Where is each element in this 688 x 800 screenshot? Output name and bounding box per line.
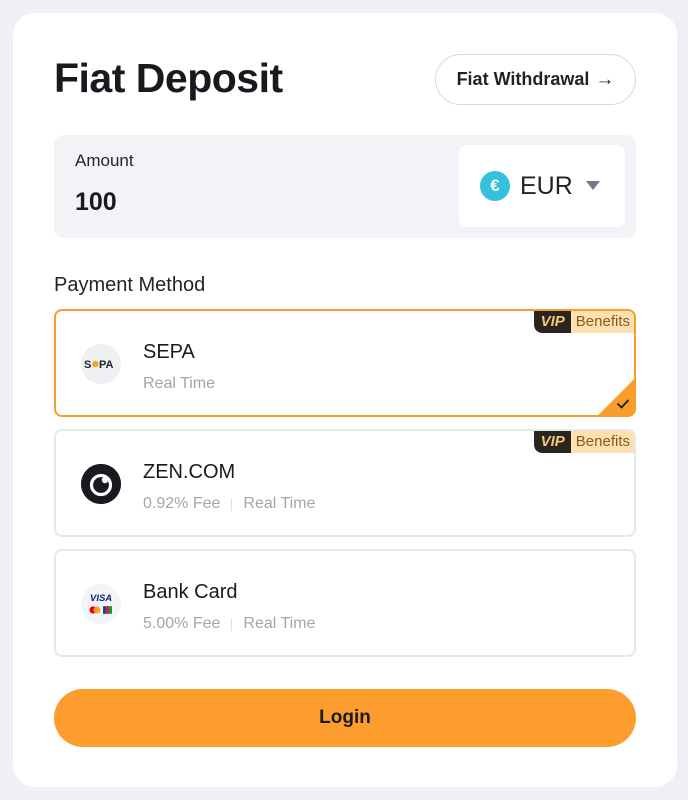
method-fee: 5.00% Fee (143, 615, 221, 632)
currency-select[interactable]: € EUR (459, 145, 625, 227)
chevron-down-icon (586, 181, 600, 190)
method-speed: Real Time (243, 495, 316, 512)
svg-text:VISA: VISA (90, 593, 112, 604)
check-icon (617, 399, 629, 409)
amount-panel: Amount € EUR (54, 135, 636, 238)
zen-logo-icon (81, 464, 121, 504)
method-name: SEPA (143, 341, 195, 363)
vip-benefits-badge: VIP Benefits (533, 431, 634, 453)
visa-mastercard-jcb-icon: VISA (81, 584, 121, 624)
meta-divider (231, 497, 233, 511)
payment-method-sepa[interactable]: S PA SEPA Real Time VIP Benefits (54, 309, 636, 417)
arrow-right-icon: → (595, 68, 615, 90)
method-meta: Real Time (143, 375, 215, 393)
benefits-label: Benefits (570, 311, 634, 333)
method-name: ZEN.COM (143, 461, 236, 483)
meta-divider (231, 617, 233, 631)
fiat-withdrawal-label: Fiat Withdrawal (456, 69, 590, 89)
currency-code: EUR (520, 172, 573, 200)
page-title: Fiat Deposit (54, 55, 283, 101)
method-fee: 0.92% Fee (143, 495, 221, 512)
method-speed: Real Time (143, 375, 216, 392)
svg-text:S: S (84, 359, 91, 371)
vip-label: VIP (533, 431, 571, 453)
svg-text:PA: PA (99, 359, 114, 371)
fiat-withdrawal-button[interactable]: Fiat Withdrawal → (435, 54, 636, 105)
method-speed: Real Time (243, 615, 316, 632)
method-meta: 5.00% Fee Real Time (143, 615, 315, 633)
amount-label: Amount (75, 151, 134, 170)
method-meta: 0.92% Fee Real Time (143, 495, 315, 513)
vip-label: VIP (533, 311, 571, 333)
sepa-logo-icon: S PA (81, 344, 121, 384)
amount-input[interactable] (75, 185, 425, 219)
deposit-card: Fiat Deposit Fiat Withdrawal → Amount € … (13, 13, 677, 787)
login-button[interactable]: Login (54, 689, 636, 747)
payment-method-label: Payment Method (54, 274, 206, 296)
payment-method-bank-card[interactable]: VISA Bank Card 5.00% Fee Real Time (54, 549, 636, 657)
vip-benefits-badge: VIP Benefits (533, 311, 634, 333)
benefits-label: Benefits (570, 431, 634, 453)
euro-icon: € (480, 171, 510, 201)
payment-method-zen[interactable]: ZEN.COM 0.92% Fee Real Time VIP Benefits (54, 429, 636, 537)
selected-corner (597, 378, 634, 415)
method-name: Bank Card (143, 581, 238, 603)
